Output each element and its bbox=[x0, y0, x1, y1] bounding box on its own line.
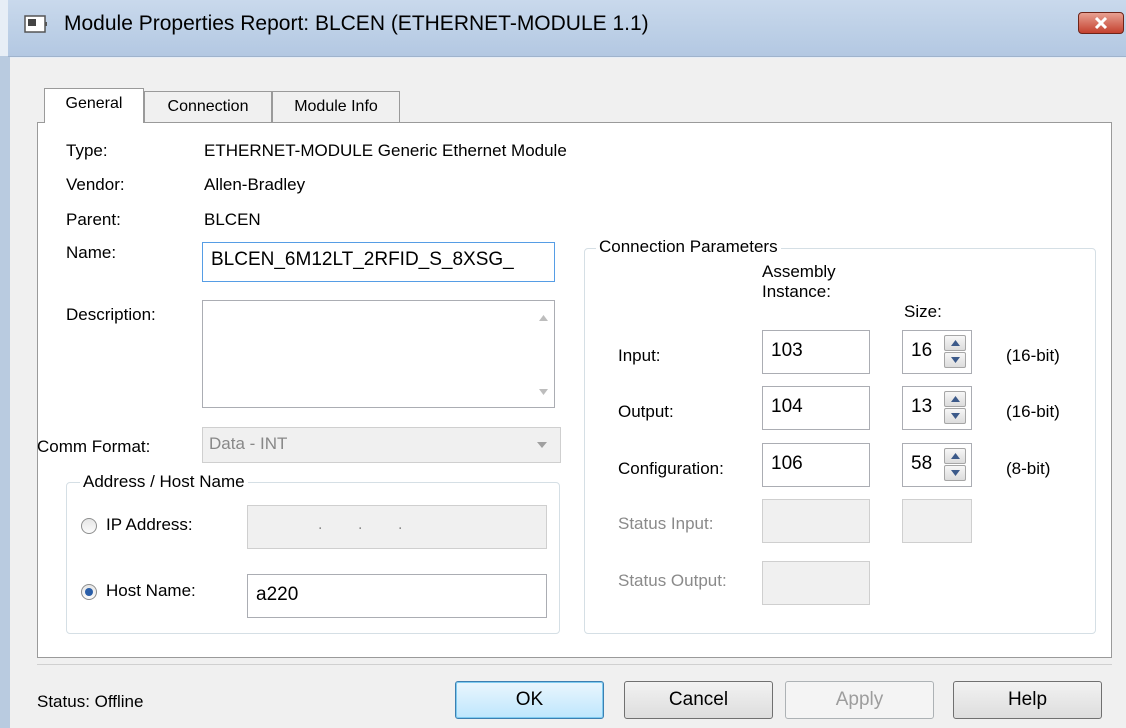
output-unit: (16-bit) bbox=[1006, 402, 1060, 421]
vendor-value: Allen-Bradley bbox=[204, 175, 306, 194]
input-size-spinner[interactable] bbox=[944, 334, 968, 370]
vendor-label: Vendor: bbox=[66, 175, 125, 194]
status-input-size-field[interactable] bbox=[902, 499, 972, 543]
spin-down-icon[interactable] bbox=[944, 352, 966, 368]
configuration-instance-field[interactable]: 106 bbox=[762, 443, 870, 487]
description-scrollbar[interactable] bbox=[533, 301, 554, 407]
output-size-spinner[interactable] bbox=[944, 390, 968, 426]
apply-button[interactable]: Apply bbox=[785, 681, 934, 719]
configuration-label: Configuration: bbox=[618, 459, 724, 478]
tab-module-info[interactable]: Module Info bbox=[272, 91, 400, 123]
status-input-label: Status Input: bbox=[618, 514, 714, 533]
host-name-label[interactable]: Host Name: bbox=[106, 581, 196, 601]
description-field[interactable] bbox=[202, 300, 555, 408]
input-label: Input: bbox=[618, 346, 661, 365]
output-instance-field[interactable]: 104 bbox=[762, 386, 870, 430]
output-label: Output: bbox=[618, 402, 674, 421]
footer-divider bbox=[37, 664, 1112, 665]
comm-format-label: Comm Format: bbox=[37, 437, 151, 456]
configuration-size-spinner[interactable] bbox=[944, 447, 968, 483]
spin-down-icon[interactable] bbox=[944, 408, 966, 424]
ip-address-field[interactable]: . . . bbox=[247, 505, 547, 549]
spin-up-icon[interactable] bbox=[944, 391, 966, 407]
ok-button[interactable]: OK bbox=[455, 681, 604, 719]
tab-connection[interactable]: Connection bbox=[144, 91, 272, 123]
status-input-instance-field[interactable] bbox=[762, 499, 870, 543]
window-title: Module Properties Report: BLCEN (ETHERNE… bbox=[64, 12, 649, 35]
title-bar[interactable]: Module Properties Report: BLCEN (ETHERNE… bbox=[8, 0, 1126, 57]
close-button[interactable] bbox=[1078, 12, 1124, 34]
status-output-label: Status Output: bbox=[618, 571, 727, 590]
scroll-up-icon[interactable] bbox=[539, 315, 548, 321]
configuration-unit: (8-bit) bbox=[1006, 459, 1051, 478]
name-field[interactable]: BLCEN_6M12LT_2RFID_S_8XSG_ bbox=[202, 242, 555, 282]
ip-address-label[interactable]: IP Address: bbox=[106, 515, 193, 535]
ip-address-radio[interactable] bbox=[81, 518, 97, 534]
parent-label: Parent: bbox=[66, 210, 121, 229]
cancel-button[interactable]: Cancel bbox=[624, 681, 773, 719]
input-instance-field[interactable]: 103 bbox=[762, 330, 870, 374]
size-header: Size: bbox=[904, 302, 942, 321]
comm-format-select[interactable]: Data - INT bbox=[202, 427, 561, 463]
status-output-instance-field[interactable] bbox=[762, 561, 870, 605]
app-icon bbox=[24, 14, 48, 34]
address-group-title: Address / Host Name bbox=[80, 472, 248, 492]
type-value: ETHERNET-MODULE Generic Ethernet Module bbox=[204, 141, 567, 160]
tab-general[interactable]: General bbox=[44, 88, 144, 123]
comm-format-value: Data - INT bbox=[209, 434, 288, 453]
type-label: Type: bbox=[66, 141, 108, 160]
spin-up-icon[interactable] bbox=[944, 335, 966, 351]
description-label: Description: bbox=[66, 305, 156, 324]
help-button[interactable]: Help bbox=[953, 681, 1102, 719]
close-icon bbox=[1094, 17, 1108, 29]
scroll-down-icon[interactable] bbox=[539, 389, 548, 395]
window-left-edge bbox=[0, 56, 10, 728]
host-name-radio[interactable] bbox=[81, 584, 97, 600]
name-label: Name: bbox=[66, 243, 117, 262]
radio-selected-dot bbox=[85, 588, 93, 596]
spin-up-icon[interactable] bbox=[944, 448, 966, 464]
assembly-instance-header: Assembly Instance: bbox=[762, 262, 836, 301]
parent-value: BLCEN bbox=[204, 210, 261, 229]
host-name-field[interactable]: a220 bbox=[247, 574, 547, 618]
status-text: Status: Offline bbox=[37, 692, 144, 711]
connection-parameters-title: Connection Parameters bbox=[596, 237, 781, 257]
spin-down-icon[interactable] bbox=[944, 465, 966, 481]
chevron-down-icon bbox=[537, 442, 547, 448]
input-unit: (16-bit) bbox=[1006, 346, 1060, 365]
